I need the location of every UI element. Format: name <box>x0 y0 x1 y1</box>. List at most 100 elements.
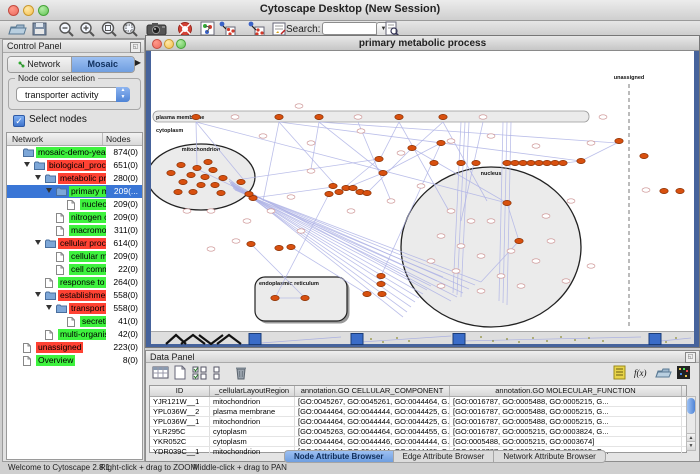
network-node-colored[interactable] <box>375 156 383 161</box>
table-cell[interactable]: cytoplasm <box>210 427 295 436</box>
tab-network[interactable]: Network <box>8 57 72 72</box>
network-node-colored[interactable] <box>660 188 668 193</box>
tree-row-label[interactable]: primary metabo <box>69 186 106 197</box>
network-node-colored[interactable] <box>187 172 195 177</box>
tree-row[interactable]: biological_process651(0) <box>7 159 142 172</box>
tree-row[interactable]: Overview8(0) <box>7 354 142 367</box>
search-input[interactable] <box>322 22 378 35</box>
data-panel-float-icon[interactable]: ◱ <box>685 352 696 363</box>
network-node-unselected[interactable] <box>243 219 251 223</box>
network-node-colored[interactable] <box>377 273 385 278</box>
network-node-colored[interactable] <box>363 190 371 195</box>
tree-col-network[interactable]: Network <box>12 134 43 144</box>
tree-row[interactable]: nitrogen compo209(0) <box>7 211 142 224</box>
table-cell[interactable]: [GO:0016787, GO:0005488, GO:0005215, G..… <box>450 407 682 416</box>
network-node-unselected[interactable] <box>567 199 575 203</box>
network-node-unselected[interactable] <box>417 184 425 188</box>
tree-row[interactable]: macromolecule311(0) <box>7 224 142 237</box>
table-cell[interactable]: [GO:0016787, GO:0005215, GO:0003824, G..… <box>450 427 682 436</box>
table-cell[interactable]: [GO:0016787, GO:0005488, GO:0005215, G..… <box>450 397 682 406</box>
table-scrollbar[interactable]: ▲ ▼ <box>686 396 696 451</box>
col-cellular-component[interactable]: annotation.GO CELLULAR_COMPONENT <box>295 386 450 396</box>
network-node-colored[interactable] <box>511 160 519 165</box>
network-node-unselected[interactable] <box>587 264 595 268</box>
network-node-unselected[interactable] <box>487 219 495 223</box>
zoom-out-icon[interactable] <box>57 21 77 37</box>
network-node-colored[interactable] <box>535 160 543 165</box>
tree-expander-icon[interactable] <box>46 305 52 310</box>
network-node-colored[interactable] <box>209 167 217 172</box>
network-node-colored[interactable] <box>363 291 371 296</box>
network-node-unselected[interactable] <box>587 141 595 145</box>
open-session-icon[interactable] <box>7 21 27 37</box>
network-node-unselected[interactable] <box>497 274 505 278</box>
control-panel-float-icon[interactable]: ◱ <box>130 42 141 53</box>
network-node-unselected[interactable] <box>507 249 515 253</box>
node-color-dropdown[interactable]: transporter activity ▲▼ <box>16 87 130 102</box>
tree-row-label[interactable]: secretion <box>80 316 106 327</box>
network-node-colored[interactable] <box>527 160 535 165</box>
tree-row-label[interactable]: biological_process <box>47 160 106 171</box>
network-node-colored[interactable] <box>189 189 197 194</box>
network-node-colored[interactable] <box>395 114 403 119</box>
network-node-unselected[interactable] <box>532 259 540 263</box>
tree-row-label[interactable]: mosaic-demo-yeast <box>36 147 106 158</box>
network-node-colored[interactable] <box>192 114 200 119</box>
network-node-colored[interactable] <box>271 295 279 300</box>
select-nodes-checkbox[interactable]: ✓ <box>13 115 25 127</box>
network-node-colored[interactable] <box>379 170 387 175</box>
network-node-colored[interactable] <box>245 191 253 196</box>
network-node-colored[interactable] <box>287 244 295 249</box>
tree-row[interactable]: nucleobase-209(0) <box>7 198 142 211</box>
network-node-colored[interactable] <box>640 153 648 158</box>
network-node-colored[interactable] <box>335 189 343 194</box>
matrix-view-icon[interactable] <box>676 365 694 381</box>
network-node-colored[interactable] <box>577 158 585 163</box>
network-node-colored[interactable] <box>275 114 283 119</box>
table-cell[interactable]: YPL036W__1 <box>150 417 210 426</box>
network-node-unselected[interactable] <box>487 134 495 138</box>
table-row[interactable]: YJR121W__1mitochondrion[GO:0045267, GO:0… <box>150 397 686 407</box>
col-region[interactable]: _cellularLayoutRegion <box>210 386 295 396</box>
network-node-colored[interactable] <box>378 291 386 296</box>
table-cell[interactable]: plasma membrane <box>210 407 295 416</box>
table-cell[interactable]: YJR121W__1 <box>150 397 210 406</box>
tree-row[interactable]: multi-organism pro42(0) <box>7 328 142 341</box>
table-cell[interactable]: cytoplasm <box>210 437 295 446</box>
network-node-unselected[interactable] <box>532 144 540 148</box>
zoom-in-icon[interactable] <box>78 21 98 37</box>
table-cell[interactable]: mitochondrion <box>210 397 295 406</box>
network-node-unselected[interactable] <box>477 289 485 293</box>
network-node-colored[interactable] <box>439 114 447 119</box>
network-node-colored[interactable] <box>559 160 567 165</box>
network-node-colored[interactable] <box>329 183 337 188</box>
network-node-unselected[interactable] <box>479 115 487 119</box>
network-node-unselected[interactable] <box>447 209 455 213</box>
network-node-colored[interactable] <box>408 145 416 150</box>
network-node-colored[interactable] <box>615 138 623 143</box>
network-node-unselected[interactable] <box>357 129 365 133</box>
network-node-colored[interactable] <box>551 160 559 165</box>
network-node-colored[interactable] <box>301 295 309 300</box>
network-node-colored[interactable] <box>472 160 480 165</box>
save-session-icon[interactable] <box>31 21 51 37</box>
tree-row[interactable]: response to stimulu264(0) <box>7 276 142 289</box>
network-node-colored[interactable] <box>519 160 527 165</box>
tabs-overflow-arrow-icon[interactable]: ▶ <box>135 58 141 67</box>
network-node-unselected[interactable] <box>437 284 445 288</box>
table-cell[interactable]: mitochondrion <box>210 417 295 426</box>
network-node-unselected[interactable] <box>207 247 215 251</box>
tree-row[interactable]: metabolic process280(0) <box>7 172 142 185</box>
table-cell[interactable]: [GO:0044464, GO:0044444, GO:0044425, G..… <box>295 407 450 416</box>
network-node-unselected[interactable] <box>207 209 215 213</box>
select-attributes-icon[interactable] <box>192 365 210 381</box>
tree-row[interactable]: establishment of lo558(0) <box>7 289 142 302</box>
table-cell[interactable]: [GO:0045263, GO:0044464, GO:0044455, G..… <box>295 427 450 436</box>
network-node-unselected[interactable] <box>259 134 267 138</box>
network-node-colored[interactable] <box>315 114 323 119</box>
tree-row-label[interactable]: unassigned <box>36 342 83 353</box>
network-node-colored[interactable] <box>515 238 523 243</box>
tree-expander-icon[interactable] <box>46 188 52 193</box>
tree-row-label[interactable]: nitrogen compo <box>69 212 106 223</box>
tree-row[interactable]: cell communicat22(0) <box>7 263 142 276</box>
